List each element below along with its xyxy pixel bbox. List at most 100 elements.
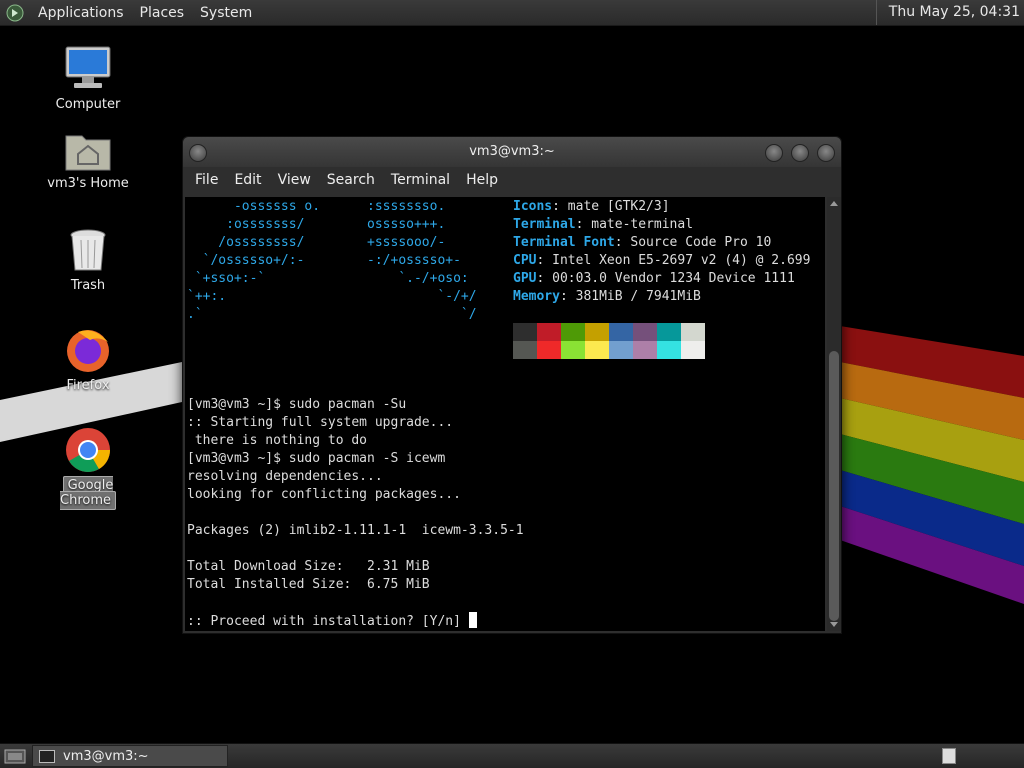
terminal-prompt-line: :: Proceed with installation? [Y/n] (187, 612, 477, 631)
desktop-icon-trash[interactable]: Trash (33, 228, 143, 293)
distro-logo-icon[interactable] (6, 4, 24, 22)
ascii-logo-line: `++:. `-/+/ (187, 289, 477, 304)
sysinfo-key: Terminal (513, 217, 576, 232)
trash-icon (70, 229, 106, 271)
desktop-icon-chrome[interactable]: Google Chrome (33, 426, 143, 510)
firefox-icon (67, 330, 109, 372)
desktop-icon-label: vm3's Home (47, 176, 129, 191)
terminal-line: [vm3@vm3 ~]$ sudo pacman -S icewm (187, 451, 446, 466)
minimize-button[interactable] (765, 144, 783, 162)
desktop-icon-firefox[interactable]: Firefox (33, 326, 143, 393)
top-panel: Applications Places System Thu May 25, 0… (0, 0, 1024, 26)
sysinfo-value: : Source Code Pro 10 (614, 235, 772, 250)
panel-clock[interactable]: Thu May 25, 04:31 (875, 0, 1024, 25)
sysinfo-value: : 00:03.0 Vendor 1234 Device 1111 (536, 271, 795, 286)
maximize-button[interactable] (791, 144, 809, 162)
terminal-window[interactable]: vm3@vm3:~ File Edit View Search Terminal… (182, 136, 842, 634)
ascii-logo-line: `/ossssso+/:- -:/+osssso+- (187, 253, 461, 268)
terminal-window-icon (39, 749, 55, 763)
sysinfo-line: Terminal: mate-terminal (513, 216, 693, 234)
color-swatch (681, 323, 705, 341)
color-swatch (537, 341, 561, 359)
home-folder-icon (65, 135, 111, 171)
scrollbar-thumb[interactable] (829, 351, 839, 621)
ascii-logo-line: :osssssss/ osssso+++. (187, 217, 446, 232)
menu-edit[interactable]: Edit (226, 172, 269, 188)
color-swatch (537, 323, 561, 341)
color-swatch (561, 323, 585, 341)
terminal-line: Total Download Size: 2.31 MiB (187, 559, 430, 574)
sysinfo-value: : 381MiB / 7941MiB (559, 289, 701, 304)
sysinfo-value: : Intel Xeon E5-2697 v2 (4) @ 2.699 (536, 253, 811, 268)
menu-terminal[interactable]: Terminal (383, 172, 458, 188)
desktop-icon-label: Computer (55, 97, 121, 112)
color-swatch (609, 323, 633, 341)
show-desktop-icon[interactable] (4, 747, 26, 765)
chrome-icon (66, 428, 110, 472)
terminal-prompt: :: Proceed with installation? [Y/n] (187, 614, 469, 629)
menu-file[interactable]: File (187, 172, 226, 188)
color-swatch (609, 341, 633, 359)
color-swatch (561, 341, 585, 359)
sysinfo-line: Terminal Font: Source Code Pro 10 (513, 234, 771, 252)
terminal-menubar: File Edit View Search Terminal Help (183, 167, 841, 193)
sysinfo-line: Icons: mate [GTK2/3] (513, 198, 670, 216)
ascii-logo-line: /ossssssss/ +ssssooo/- (187, 235, 446, 250)
terminal-line: resolving dependencies... (187, 469, 383, 484)
scroll-up-arrow-icon[interactable] (830, 201, 838, 206)
sysinfo-line: CPU: Intel Xeon E5-2697 v2 (4) @ 2.699 (513, 252, 810, 270)
sysinfo-line: GPU: 00:03.0 Vendor 1234 Device 1111 (513, 270, 795, 288)
color-swatch (513, 341, 537, 359)
computer-icon (65, 46, 111, 88)
window-titlebar[interactable]: vm3@vm3:~ (183, 137, 841, 167)
close-button[interactable] (817, 144, 835, 162)
sysinfo-value: : mate-terminal (575, 217, 694, 232)
desktop-icon-label: Firefox (66, 378, 110, 393)
ascii-logo-line: .` `/ (187, 307, 477, 322)
desktop-icon-label: Trash (70, 278, 106, 293)
terminal-line: [vm3@vm3 ~]$ sudo pacman -Su (187, 397, 407, 412)
taskbar-button-label: vm3@vm3:~ (63, 748, 149, 764)
color-palette (513, 323, 705, 359)
desktop-icon-label: Google Chrome (60, 476, 116, 510)
places-menu[interactable]: Places (132, 5, 193, 21)
text-cursor (468, 612, 477, 628)
menu-help[interactable]: Help (458, 172, 506, 188)
terminal-line: Total Installed Size: 6.75 MiB (187, 577, 430, 592)
terminal-line: there is nothing to do (187, 433, 368, 448)
color-swatch (633, 341, 657, 359)
applications-menu[interactable]: Applications (30, 5, 132, 21)
workspace-switcher[interactable] (942, 748, 956, 764)
sysinfo-line: Memory: 381MiB / 7941MiB (513, 288, 701, 306)
sysinfo-key: CPU (513, 253, 537, 268)
color-swatch (585, 341, 609, 359)
color-swatch (633, 323, 657, 341)
sysinfo-key: Icons (513, 199, 553, 214)
window-title: vm3@vm3:~ (469, 144, 555, 159)
sysinfo-key: GPU (513, 271, 537, 286)
menu-search[interactable]: Search (319, 172, 383, 188)
sysinfo-key: Terminal Font (513, 235, 615, 250)
ascii-logo-line: `+sso+:-` `.-/+oso: (187, 271, 469, 286)
color-swatch (657, 323, 681, 341)
bottom-panel: vm3@vm3:~ (0, 743, 1024, 768)
color-swatch (681, 341, 705, 359)
sysinfo-value: : mate [GTK2/3] (552, 199, 670, 214)
terminal-line: Packages (2) imlib2-1.11.1-1 icewm-3.3.5… (187, 523, 524, 538)
terminal-line: :: Starting full system upgrade... (187, 415, 454, 430)
terminal-output[interactable]: -ossssss o. :ssssssso. :osssssss/ osssso… (185, 197, 825, 631)
desktop-icon-home[interactable]: vm3's Home (33, 128, 143, 191)
terminal-line: looking for conflicting packages... (187, 487, 461, 502)
desktop-icon-computer[interactable]: Computer (33, 45, 143, 112)
color-swatch (513, 323, 537, 341)
system-menu[interactable]: System (192, 5, 260, 21)
sysinfo-key: Memory (513, 289, 560, 304)
window-menu-button[interactable] (189, 144, 207, 162)
ascii-logo-line: -ossssss o. :ssssssso. (187, 199, 446, 214)
menu-view[interactable]: View (270, 172, 319, 188)
taskbar-button-terminal[interactable]: vm3@vm3:~ (32, 745, 228, 767)
scroll-down-arrow-icon[interactable] (830, 622, 838, 627)
color-swatch (585, 323, 609, 341)
terminal-scrollbar[interactable] (827, 197, 841, 631)
color-swatch (657, 341, 681, 359)
